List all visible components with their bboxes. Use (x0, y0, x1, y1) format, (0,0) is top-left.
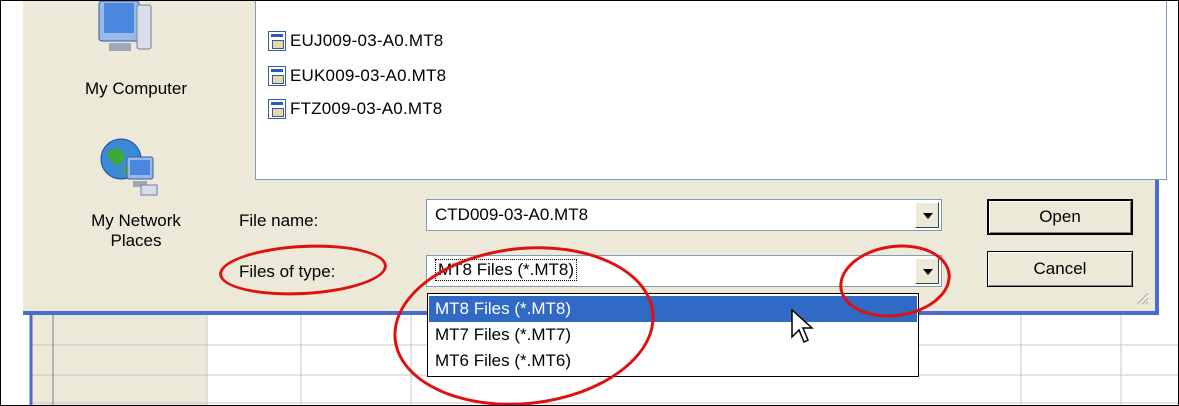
file-list-item[interactable]: FTZ009-03-A0.MT8 (268, 96, 442, 122)
places-my-network-label[interactable]: My Network Places (51, 211, 221, 251)
file-item-label: EUK009-03-A0.MT8 (290, 66, 447, 85)
places-my-computer-label[interactable]: My Computer (51, 79, 221, 99)
file-name-combo[interactable]: CTD009-03-A0.MT8 (426, 199, 942, 231)
open-button[interactable]: Open (987, 199, 1133, 235)
my-network-places-icon[interactable] (97, 135, 161, 199)
file-list-item[interactable]: EUJ009-03-A0.MT8 (268, 28, 443, 54)
places-my-network-line2: Places (110, 231, 162, 250)
places-my-network-line1: My Network (91, 211, 181, 230)
file-list[interactable]: EUJ009-03-A0.MT8 EUK009-03-A0.MT8 FTZ009… (255, 1, 1167, 180)
screenshot-frame: EUJ009-03-A0.MT8 EUK009-03-A0.MT8 FTZ009… (0, 0, 1179, 406)
document-icon (268, 99, 286, 119)
file-item-label: FTZ009-03-A0.MT8 (290, 99, 443, 118)
resize-grip-icon[interactable] (1133, 289, 1149, 305)
file-name-label: File name: (239, 211, 319, 230)
file-item-label: EUJ009-03-A0.MT8 (290, 31, 444, 50)
file-name-input[interactable]: CTD009-03-A0.MT8 (435, 205, 588, 225)
file-name-dropdown-button[interactable] (915, 202, 939, 228)
document-icon (268, 66, 286, 86)
document-icon (268, 31, 286, 51)
file-list-item[interactable]: EUK009-03-A0.MT8 (268, 63, 446, 89)
mouse-cursor-icon (791, 309, 814, 344)
cancel-button[interactable]: Cancel (987, 251, 1133, 287)
my-computer-icon[interactable] (95, 1, 155, 57)
